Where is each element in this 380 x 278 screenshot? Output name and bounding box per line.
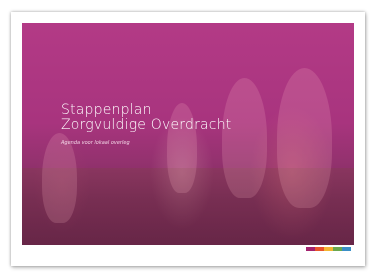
- cover-image: Stappenplan Zorgvuldige Overdracht Agend…: [22, 23, 354, 245]
- stripe-segment: [324, 247, 333, 251]
- stripe-segment: [306, 247, 315, 251]
- brand-color-stripe: [306, 247, 351, 251]
- stripe-segment: [342, 247, 351, 251]
- document-page: Stappenplan Zorgvuldige Overdracht Agend…: [11, 12, 365, 266]
- document-subtitle: Agenda voor lokaal overleg: [61, 140, 130, 146]
- child-figure: [42, 133, 77, 223]
- stripe-segment: [315, 247, 324, 251]
- title-block: Stappenplan Zorgvuldige Overdracht Agend…: [61, 102, 331, 147]
- document-title-line2: Zorgvuldige Overdracht: [61, 117, 232, 133]
- document-title-line1: Stappenplan: [61, 102, 152, 118]
- stripe-segment: [333, 247, 342, 251]
